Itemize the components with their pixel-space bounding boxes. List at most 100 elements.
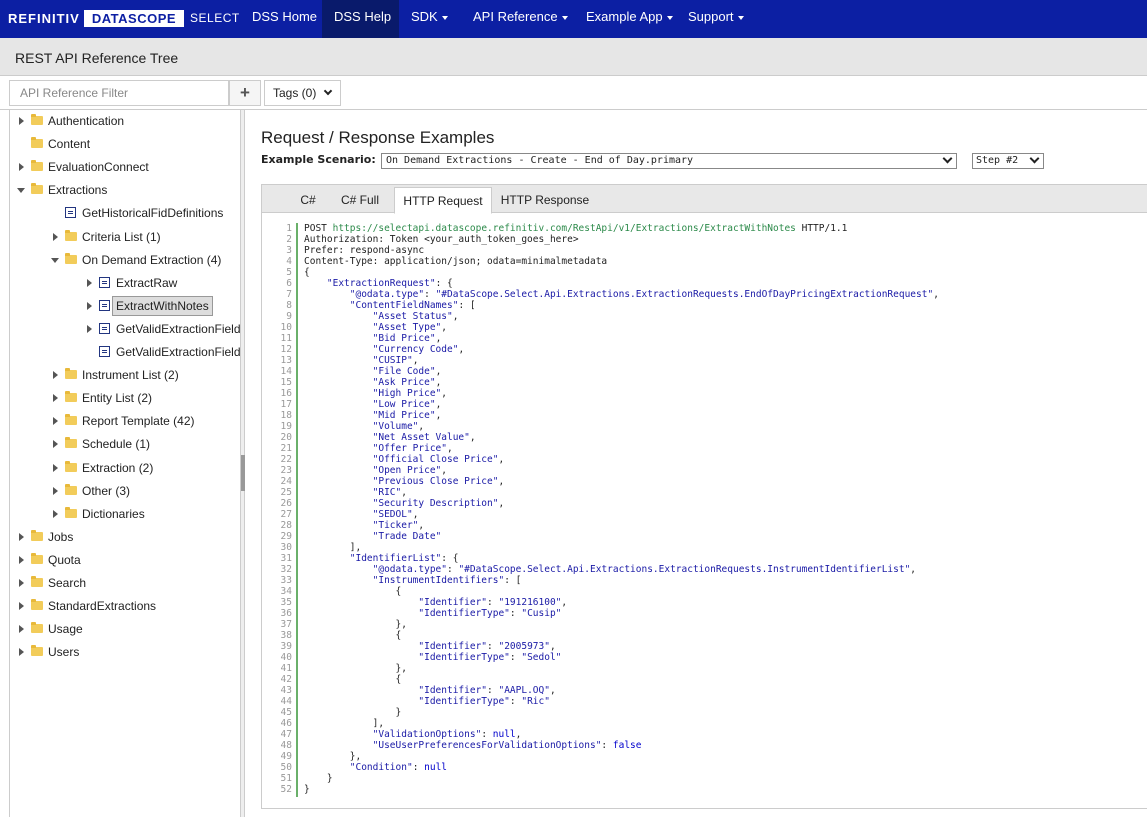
code-line: Authorization: Token <your_auth_token_go… bbox=[304, 234, 579, 245]
nav-dss-home[interactable]: DSS Home bbox=[240, 0, 322, 38]
tree-item[interactable]: ExtractWithNotes bbox=[10, 295, 240, 316]
tree-item[interactable]: Extraction (2) bbox=[10, 458, 240, 478]
tree-item[interactable]: Jobs bbox=[10, 527, 240, 547]
tree-item[interactable]: Instrument List (2) bbox=[10, 365, 240, 385]
code-line: "Security Description", bbox=[372, 498, 505, 509]
expand-right-icon[interactable] bbox=[50, 227, 60, 247]
expand-right-icon[interactable] bbox=[16, 573, 26, 593]
expand-down-icon[interactable] bbox=[50, 250, 60, 270]
nav-label: Support bbox=[688, 9, 734, 24]
tree-item[interactable]: GetValidExtractionFieldTypes bbox=[10, 319, 240, 339]
tree-item-label: StandardExtractions bbox=[48, 599, 157, 614]
tab-c-full[interactable]: C# Full bbox=[330, 187, 390, 213]
line-numbers: 1 2 3 4 5 6 7 8 9 10 11 12 13 14 15 16 17 18 19 20 21 22 23 24 2… bbox=[276, 223, 298, 797]
tab-c-[interactable]: C# bbox=[290, 187, 326, 213]
expand-right-icon[interactable] bbox=[84, 273, 94, 293]
tree-item[interactable]: Authentication bbox=[10, 111, 240, 131]
nav-example-app[interactable]: Example App bbox=[574, 0, 676, 38]
expand-right-icon[interactable] bbox=[50, 458, 60, 478]
page-title: REST API Reference Tree bbox=[15, 50, 179, 66]
expand-right-icon[interactable] bbox=[16, 642, 26, 662]
expand-right-icon[interactable] bbox=[50, 504, 60, 524]
nav-support[interactable]: Support bbox=[676, 0, 748, 38]
tree-item[interactable]: GetValidExtractionFieldTypesByTemplateNa… bbox=[10, 342, 240, 362]
tree-item[interactable]: On Demand Extraction (4) bbox=[10, 250, 240, 270]
tree-item-label: Extractions bbox=[48, 183, 108, 198]
tree-item[interactable]: Dictionaries bbox=[10, 504, 240, 524]
expand-down-icon[interactable] bbox=[16, 180, 26, 200]
method-doc-icon bbox=[65, 207, 76, 219]
code-line: "SEDOL", bbox=[372, 509, 419, 520]
line-number: 4 bbox=[286, 256, 292, 267]
tree-item-label: Other (3) bbox=[82, 483, 131, 498]
code-line: "UseUserPreferencesForValidationOptions"… bbox=[372, 740, 642, 751]
line-number: 33 bbox=[280, 575, 292, 586]
tree-item[interactable]: Search bbox=[10, 573, 240, 593]
nav-api-reference[interactable]: API Reference bbox=[461, 0, 574, 38]
expand-right-icon[interactable] bbox=[16, 550, 26, 570]
tree-item-label: Report Template (42) bbox=[82, 414, 195, 429]
tree-item[interactable]: Entity List (2) bbox=[10, 388, 240, 408]
tree-item-label: Criteria List (1) bbox=[82, 229, 161, 244]
expand-right-icon[interactable] bbox=[50, 365, 60, 385]
tree-item[interactable]: Criteria List (1) bbox=[10, 227, 240, 247]
tree-item[interactable]: Usage bbox=[10, 619, 240, 639]
folder-icon bbox=[65, 460, 77, 472]
line-number: 48 bbox=[280, 740, 292, 751]
step-select[interactable]: Step #2 bbox=[972, 153, 1044, 169]
scenario-select[interactable]: On Demand Extractions - Create - End of … bbox=[381, 153, 957, 169]
code-line: "InstrumentIdentifiers": [ bbox=[372, 575, 522, 586]
tree-item[interactable]: StandardExtractions bbox=[10, 596, 240, 616]
expand-right-icon[interactable] bbox=[50, 411, 60, 431]
line-number: 22 bbox=[280, 454, 292, 465]
code-line: { bbox=[304, 586, 402, 597]
tree-item[interactable]: GetHistoricalFidDefinitions bbox=[10, 203, 240, 223]
expand-right-icon[interactable] bbox=[16, 111, 26, 131]
code-line: "Previous Close Price", bbox=[372, 476, 505, 487]
tree-item[interactable]: Other (3) bbox=[10, 481, 240, 501]
expand-right-icon[interactable] bbox=[84, 296, 94, 316]
nav-sdk[interactable]: SDK bbox=[399, 0, 461, 38]
line-number: 20 bbox=[280, 432, 292, 443]
tree-item[interactable]: ExtractRaw bbox=[10, 273, 240, 293]
code-line: "High Price", bbox=[372, 388, 448, 399]
code-line: Content-Type: application/json; odata=mi… bbox=[304, 256, 608, 267]
brand-refinitiv: REFINITIV bbox=[8, 10, 80, 26]
tree-item[interactable]: EvaluationConnect bbox=[10, 157, 240, 177]
add-filter-button[interactable]: + bbox=[229, 80, 261, 106]
line-number: 46 bbox=[280, 718, 292, 729]
code-line: "Open Price", bbox=[372, 465, 448, 476]
code-line: "IdentifierType": "Sedol" bbox=[418, 652, 562, 663]
nav-dss-help[interactable]: DSS Help bbox=[322, 0, 399, 38]
line-number: 35 bbox=[280, 597, 292, 608]
tags-dropdown-button[interactable]: Tags (0) bbox=[264, 80, 341, 106]
line-number: 8 bbox=[286, 300, 292, 311]
expand-right-icon[interactable] bbox=[16, 527, 26, 547]
tree-item[interactable]: Report Template (42) bbox=[10, 411, 240, 431]
tree-item-label: Search bbox=[48, 576, 87, 590]
tree-item[interactable]: Users bbox=[10, 642, 240, 662]
tab-http-request[interactable]: HTTP Request bbox=[394, 187, 492, 214]
tree-item[interactable]: Quota bbox=[10, 550, 240, 570]
tree-item[interactable]: Extractions bbox=[10, 180, 240, 200]
line-number: 26 bbox=[280, 498, 292, 509]
brand-logo[interactable]: REFINITIV DATASCOPE SELECT bbox=[8, 9, 240, 27]
tree-item[interactable]: Content bbox=[10, 134, 240, 154]
code-line: "ValidationOptions": null, bbox=[372, 729, 522, 740]
tree-item[interactable]: Schedule (1) bbox=[10, 434, 240, 454]
code-line: "@odata.type": "#DataScope.Select.Api.Ex… bbox=[349, 289, 939, 300]
folder-icon bbox=[31, 160, 43, 172]
expand-right-icon[interactable] bbox=[50, 434, 60, 454]
expand-right-icon[interactable] bbox=[50, 388, 60, 408]
expand-right-icon[interactable] bbox=[16, 596, 26, 616]
brand-select: SELECT bbox=[190, 11, 240, 25]
api-filter-input[interactable]: API Reference Filter bbox=[9, 80, 229, 106]
expand-right-icon[interactable] bbox=[16, 619, 26, 639]
expand-right-icon[interactable] bbox=[84, 319, 94, 339]
tab-http-response[interactable]: HTTP Response bbox=[495, 187, 595, 213]
tree-item-label: ExtractRaw bbox=[116, 275, 178, 290]
code-line: "ContentFieldNames": [ bbox=[349, 300, 476, 311]
tree-item-label: Authentication bbox=[48, 114, 125, 128]
expand-right-icon[interactable] bbox=[16, 157, 26, 177]
expand-right-icon[interactable] bbox=[50, 481, 60, 501]
